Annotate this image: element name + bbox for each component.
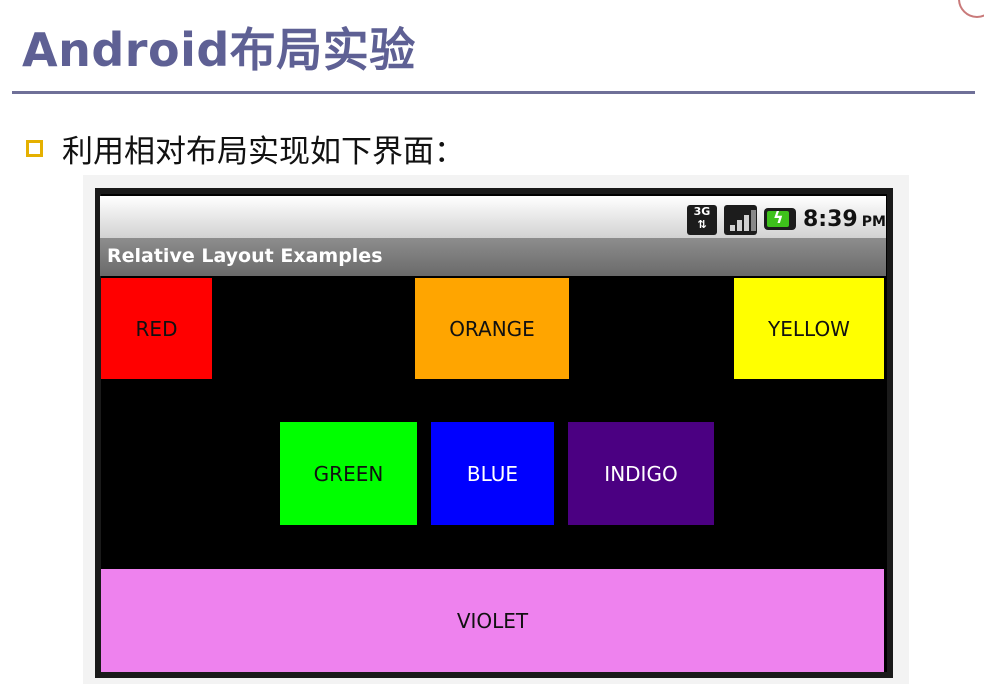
yellow-box: YELLOW bbox=[734, 278, 884, 379]
network-3g-icon: 3G ⇅ bbox=[687, 205, 717, 235]
app-title: Relative Layout Examples bbox=[107, 245, 383, 267]
red-box: RED bbox=[101, 278, 212, 379]
slide-title: Android布局实验 bbox=[22, 23, 416, 77]
clock-time: 8:39 bbox=[803, 207, 858, 232]
blue-box: BLUE bbox=[431, 422, 554, 525]
yellow-box-label: YELLOW bbox=[768, 316, 850, 341]
violet-box-label: VIOLET bbox=[456, 608, 529, 633]
status-clock: 8:39 PM bbox=[803, 207, 886, 232]
bullet-square-icon bbox=[26, 140, 43, 157]
green-box: GREEN bbox=[280, 422, 417, 525]
bullet-text: 利用相对布局实现如下界面： bbox=[62, 134, 465, 170]
indigo-box-label: INDIGO bbox=[604, 461, 678, 486]
green-box-label: GREEN bbox=[313, 461, 384, 486]
signal-strength-icon bbox=[724, 205, 757, 235]
blue-box-label: BLUE bbox=[466, 461, 519, 486]
title-divider bbox=[12, 91, 975, 94]
corner-decoration bbox=[958, 0, 984, 18]
orange-box: ORANGE bbox=[415, 278, 569, 379]
red-box-label: RED bbox=[135, 316, 178, 341]
violet-box: VIOLET bbox=[101, 569, 884, 672]
indigo-box: INDIGO bbox=[568, 422, 714, 525]
clock-ampm: PM bbox=[861, 214, 886, 230]
battery-charging-icon: ϟ bbox=[764, 208, 796, 230]
network-badge-label: 3G bbox=[693, 205, 711, 218]
orange-box-label: ORANGE bbox=[449, 316, 535, 341]
